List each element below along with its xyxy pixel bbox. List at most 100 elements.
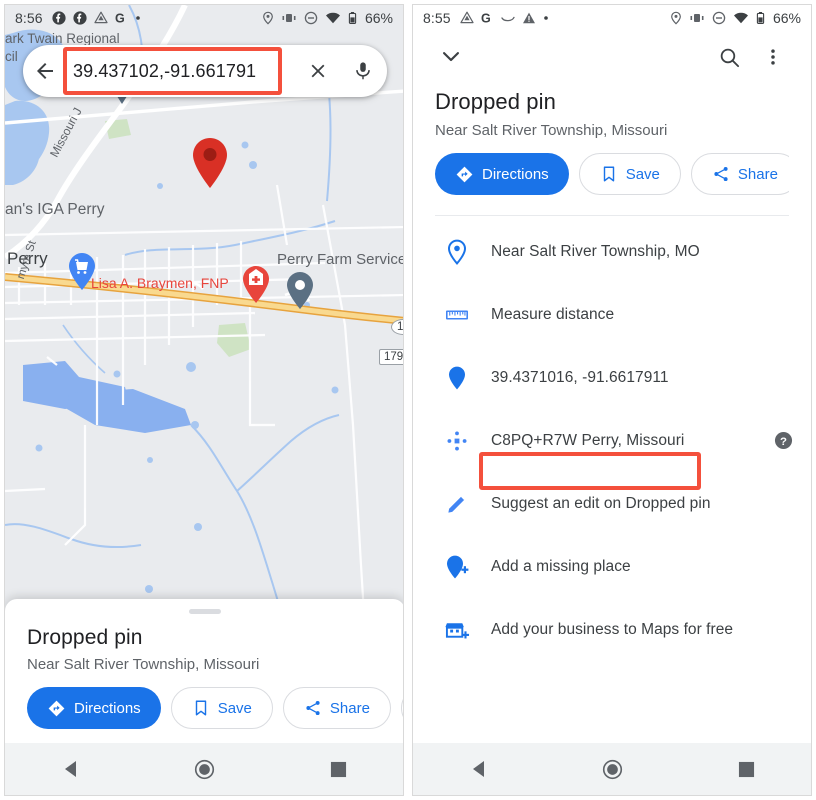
- plus-code-icon: [435, 429, 479, 453]
- battery-percent: 66%: [772, 10, 801, 26]
- drive-icon: [460, 11, 474, 24]
- left-phone-screen: ark Twain Regional cil Missouri J an's I…: [4, 4, 404, 796]
- plus-code-help-button[interactable]: ?: [774, 431, 793, 450]
- voice-search-button[interactable]: [339, 60, 387, 82]
- search-input[interactable]: 39.437102,-91.661791: [67, 61, 297, 82]
- drive-icon: [94, 11, 108, 24]
- svg-text:G: G: [115, 12, 125, 26]
- wifi-icon: [325, 12, 340, 24]
- sheet-title: Dropped pin: [27, 626, 143, 649]
- hospital-poi-marker[interactable]: [241, 264, 271, 306]
- nav-recents-button[interactable]: [303, 743, 373, 795]
- directions-icon: [456, 166, 473, 182]
- clear-search-button[interactable]: [297, 60, 339, 82]
- place-subtitle: Near Salt River Township, Missouri: [435, 122, 668, 139]
- chevron-down-icon: [442, 52, 460, 62]
- status-time: 8:55: [423, 10, 451, 26]
- directions-button[interactable]: Directions: [435, 153, 569, 195]
- bookmark-icon: [603, 166, 614, 182]
- suggest-edit-row[interactable]: Suggest an edit on Dropped pin: [413, 472, 811, 535]
- business-poi-marker[interactable]: [285, 270, 315, 312]
- save-button[interactable]: Save: [170, 687, 273, 729]
- nav-back-button[interactable]: [445, 743, 515, 795]
- measure-distance-label: Measure distance: [491, 305, 615, 323]
- share-label: Share: [329, 699, 370, 717]
- help-icon: ?: [774, 431, 793, 450]
- directions-label: Directions: [74, 699, 141, 717]
- save-button[interactable]: Save: [578, 153, 681, 195]
- search-button[interactable]: [707, 35, 751, 79]
- sheet-drag-handle[interactable]: [189, 609, 221, 614]
- plus-code-row[interactable]: C8PQ+R7W Perry, Missouri ?: [413, 409, 811, 472]
- dropped-pin-marker[interactable]: [189, 135, 231, 191]
- coordinates-row[interactable]: 39.4371016, -91.6617911: [413, 346, 811, 490]
- nav-home-icon: [195, 759, 215, 779]
- directions-button[interactable]: Directions: [27, 687, 161, 729]
- dnd-icon: [712, 11, 726, 25]
- add-missing-place-label: Add a missing place: [491, 557, 631, 575]
- nav-home-button[interactable]: [578, 743, 648, 795]
- status-system-icons: 66%: [262, 10, 393, 26]
- location-icon: [671, 11, 681, 25]
- dot-icon: [543, 16, 548, 20]
- save-label: Save: [217, 699, 252, 717]
- ruler-icon: [435, 307, 479, 323]
- vibrate-icon: [282, 14, 296, 22]
- search-bar[interactable]: 39.437102,-91.661791: [23, 45, 387, 97]
- microphone-icon: [356, 62, 370, 80]
- google-g-icon: G: [481, 12, 491, 26]
- status-notification-icons: G: [52, 11, 141, 25]
- place-header: Dropped pin Near Salt River Township, Mi…: [413, 83, 811, 216]
- map-label-cil: cil: [5, 49, 18, 64]
- grocery-poi-marker[interactable]: [67, 251, 97, 293]
- share-button[interactable]: Share: [282, 687, 391, 729]
- right-nav-bar: [413, 743, 811, 795]
- svg-text:G: G: [481, 12, 491, 26]
- highway-shield-179: 179: [379, 349, 403, 365]
- screenshot-root: ark Twain Regional cil Missouri J an's I…: [0, 0, 816, 800]
- directions-label: Directions: [482, 165, 549, 183]
- map-label-iga-perry: an's IGA Perry: [5, 201, 105, 218]
- save-label: Save: [625, 165, 660, 183]
- address-row[interactable]: Near Salt River Township, MO: [413, 220, 811, 283]
- share-button[interactable]: Share: [690, 153, 789, 195]
- left-status-bar: 8:56 G 66%: [5, 5, 403, 31]
- place-top-bar: [413, 31, 811, 83]
- place-bottom-sheet[interactable]: Dropped pin Near Salt River Township, Mi…: [5, 599, 403, 743]
- facebook-icon: [52, 11, 66, 25]
- battery-icon: [756, 12, 765, 24]
- nav-home-button[interactable]: [170, 743, 240, 795]
- warning-icon: [522, 12, 535, 24]
- nav-recents-button[interactable]: [711, 743, 781, 795]
- add-missing-place-row[interactable]: Add a missing place: [413, 535, 811, 598]
- nav-back-icon: [472, 761, 484, 777]
- collapse-sheet-button[interactable]: [429, 35, 473, 79]
- nav-recents-icon: [738, 761, 754, 777]
- battery-icon: [348, 12, 357, 24]
- nav-home-icon: [603, 759, 623, 779]
- share-label: Share: [737, 165, 778, 183]
- sheet-subtitle: Near Salt River Township, Missouri: [27, 656, 260, 673]
- back-button[interactable]: [23, 59, 67, 83]
- status-system-icons: 66%: [670, 10, 801, 26]
- bookmark-icon: [195, 700, 206, 716]
- search-icon: [720, 48, 739, 67]
- nav-back-button[interactable]: [37, 743, 107, 795]
- add-business-row[interactable]: Add your business to Maps for free: [413, 598, 811, 661]
- location-icon: [263, 11, 273, 25]
- report-button[interactable]: [400, 687, 403, 729]
- nav-back-icon: [64, 761, 76, 777]
- curve-icon: [501, 16, 515, 22]
- back-arrow-icon: [37, 63, 53, 79]
- dnd-icon: [304, 11, 318, 25]
- close-icon: [311, 64, 325, 78]
- measure-distance-row[interactable]: Measure distance: [413, 283, 811, 346]
- pencil-icon: [435, 493, 479, 515]
- add-business-icon: [435, 618, 479, 642]
- right-status-bar: 8:55 G 66%: [413, 5, 811, 31]
- status-time: 8:56: [15, 10, 43, 26]
- wifi-icon: [733, 12, 748, 24]
- overflow-menu-button[interactable]: [751, 35, 795, 79]
- facebook-icon: [73, 11, 87, 25]
- sheet-action-row: Directions Save Share: [5, 673, 403, 735]
